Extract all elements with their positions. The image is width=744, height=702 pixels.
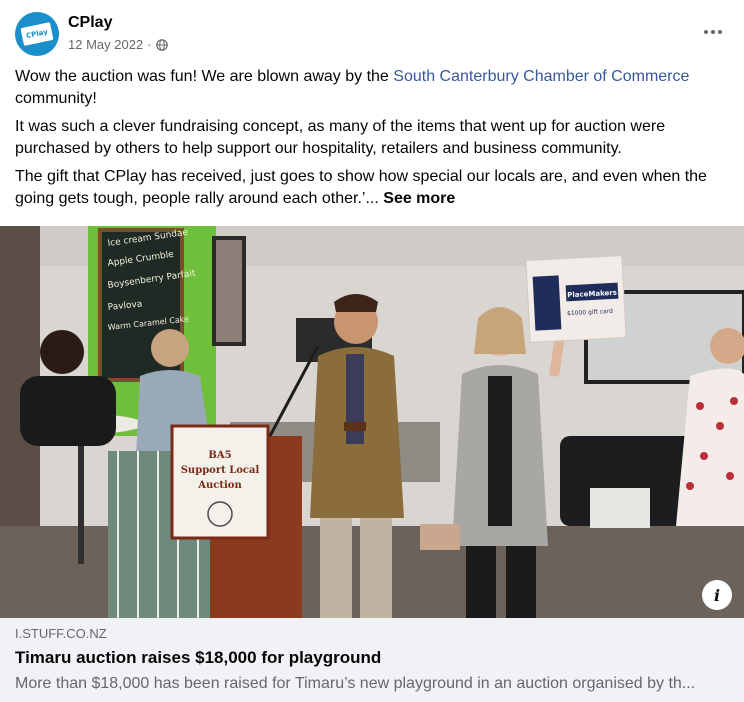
post-text: Wow the auction was fun! We are blown aw…: [15, 66, 725, 216]
page-avatar[interactable]: CPlay: [15, 12, 59, 56]
post-header: CPlay CPlay 12 May 2022 ·: [15, 12, 729, 56]
podium-sign-line-2: Support Local: [181, 465, 260, 476]
link-preview-card[interactable]: I.STUFF.CO.NZ Timaru auction raises $18,…: [0, 618, 744, 702]
podium-sign-line-3: Auction: [197, 480, 242, 491]
post-paragraph-1: Wow the auction was fun! We are blown aw…: [15, 68, 690, 107]
post-meta: 12 May 2022 ·: [68, 37, 168, 52]
post-date[interactable]: 12 May 2022: [68, 37, 143, 52]
avatar-logo: CPlay: [20, 22, 54, 46]
podium-sign-line-1: BA5: [208, 450, 231, 461]
link-description: More than $18,000 has been raised for Ti…: [15, 675, 696, 692]
link-domain: I.STUFF.CO.NZ: [15, 626, 107, 641]
post-photo[interactable]: Ice cream Sundae Apple Crumble Boysenber…: [0, 226, 744, 618]
page-name-link[interactable]: CPlay: [68, 14, 112, 32]
meta-separator: ·: [147, 37, 152, 52]
auction-scene-image: Ice cream Sundae Apple Crumble Boysenber…: [0, 226, 744, 618]
post-paragraph-3: The gift that CPlay has received, just g…: [15, 168, 707, 207]
more-options-icon[interactable]: [697, 20, 729, 44]
post-paragraph-2: It was such a clever fundraising concept…: [15, 118, 666, 157]
chamber-of-commerce-link[interactable]: South Canterbury Chamber of Commerce: [393, 68, 689, 85]
see-more-link[interactable]: See more: [383, 190, 455, 207]
info-icon[interactable]: i: [702, 580, 732, 610]
globe-icon[interactable]: [155, 38, 168, 51]
facebook-post: CPlay CPlay 12 May 2022 · Wow the auctio…: [0, 0, 744, 702]
link-title[interactable]: Timaru auction raises $18,000 for playgr…: [15, 648, 381, 668]
